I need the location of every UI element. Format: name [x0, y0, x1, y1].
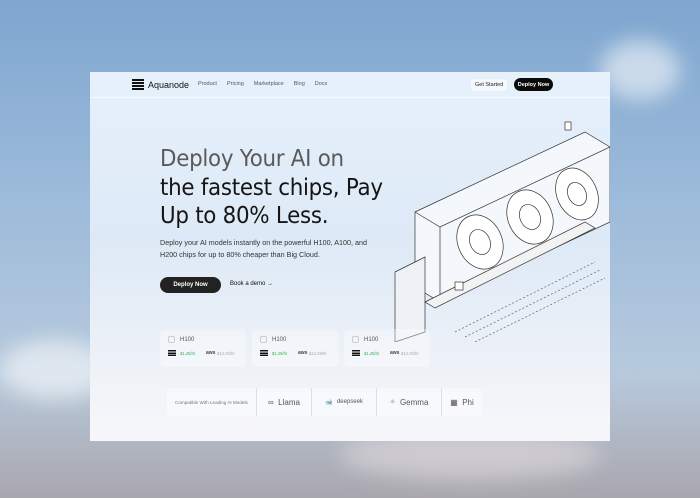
get-started-button[interactable]: Get Started: [471, 79, 508, 91]
hero-deploy-now-button[interactable]: Deploy Now: [160, 277, 221, 293]
model-deepseek: 🐋 deepseek: [312, 388, 377, 416]
aquanode-logo-icon: [352, 350, 360, 357]
aquanode-logo-icon: [260, 350, 268, 357]
model-phi: ▦ Phi: [450, 397, 474, 407]
pricing-card: H100 $1.28/hr aws $14.29/hr: [160, 329, 246, 367]
aquanode-logo-icon: [168, 350, 176, 357]
nav-blog[interactable]: Blog: [294, 81, 305, 87]
nav-deploy-now-button[interactable]: Deploy Now: [514, 78, 553, 91]
logo[interactable]: Aquanode: [132, 79, 189, 90]
book-demo-link[interactable]: Book a demo →: [230, 281, 273, 287]
chip-icon: [260, 336, 267, 343]
cloud: [600, 40, 680, 100]
brand-name: Aquanode: [148, 79, 190, 90]
aws-logo: aws: [390, 350, 400, 356]
compat-label: Compatible With Leading AI Models: [167, 388, 257, 416]
chip-icon: [168, 336, 175, 343]
compatible-models-bar: Compatible With Leading AI Models ∞ Llam…: [167, 388, 482, 416]
nav-marketplace[interactable]: Marketplace: [254, 81, 284, 87]
arrow-right-icon: →: [267, 281, 274, 287]
nav-docs[interactable]: Docs: [315, 81, 328, 87]
whale-icon: 🐋: [325, 399, 333, 406]
gpu-illustration: [394, 121, 610, 342]
pricing-card: H100 $1.28/hr aws $14.29/hr: [344, 329, 430, 367]
hero-title: Deploy Your AI on the fastest chips, Pay…: [160, 146, 383, 229]
pricing-card: H100 $1.28/hr aws $14.29/hr: [252, 329, 338, 367]
meta-icon: ∞: [268, 397, 274, 407]
model-llama: ∞ Llama: [257, 388, 312, 416]
logo-icon: [132, 79, 144, 90]
landing-page-window: Aquanode Product Pricing Marketplace Blo…: [90, 72, 610, 441]
navbar: Aquanode Product Pricing Marketplace Blo…: [90, 72, 610, 98]
aws-logo: aws: [298, 350, 308, 356]
nav-pricing[interactable]: Pricing: [227, 81, 244, 87]
hero-subtitle: Deploy your AI models instantly on the p…: [160, 238, 367, 259]
sparkle-icon: ✳: [389, 399, 396, 406]
chip-icon: [352, 336, 359, 343]
model-gemma: ✳ Gemma: [377, 388, 442, 416]
aws-logo: aws: [206, 350, 216, 356]
microsoft-icon: ▦: [450, 397, 458, 407]
nav-product[interactable]: Product: [198, 81, 217, 87]
